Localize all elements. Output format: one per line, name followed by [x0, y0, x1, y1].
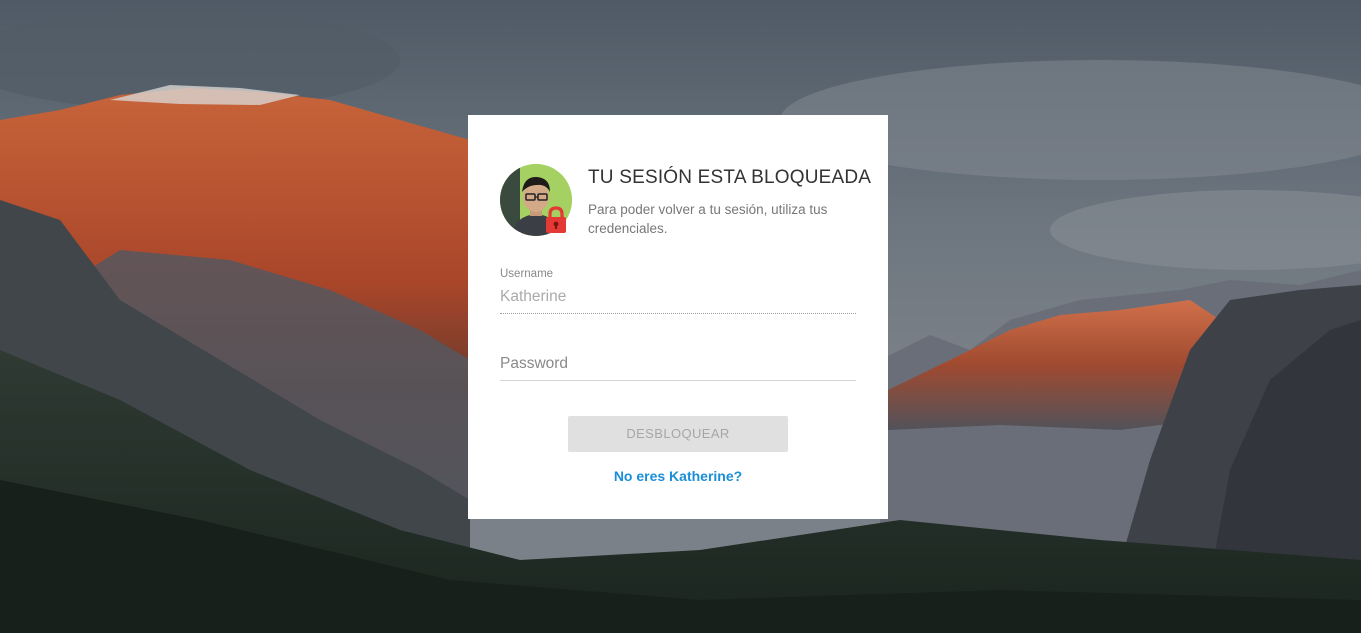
lock-screen-card: TU SESIÓN ESTA BLOQUEADA Para poder volv…: [468, 115, 888, 519]
password-field[interactable]: Password: [500, 352, 856, 381]
username-field[interactable]: Katherine: [500, 285, 856, 314]
lock-title: TU SESIÓN ESTA BLOQUEADA: [588, 167, 872, 188]
username-label: Username: [500, 268, 554, 280]
user-avatar: [500, 164, 572, 236]
unlock-button[interactable]: DESBLOQUEAR: [568, 416, 788, 452]
lock-icon: [546, 206, 566, 233]
not-you-link[interactable]: No eres Katherine?: [468, 468, 888, 484]
lock-subtitle: Para poder volver a tu sesión, utiliza t…: [588, 202, 828, 236]
